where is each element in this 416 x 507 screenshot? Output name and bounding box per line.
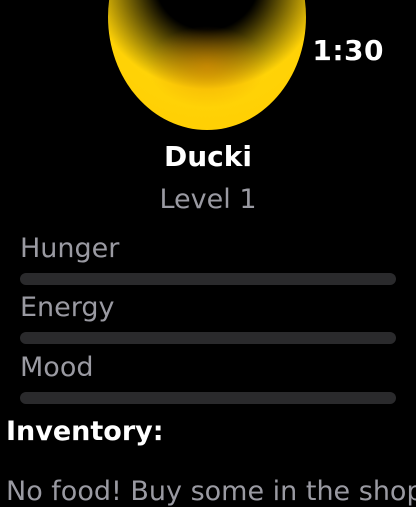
stat-hunger: Hunger — [20, 234, 396, 285]
stat-mood: Mood — [20, 353, 396, 404]
stat-energy-label: Energy — [20, 292, 115, 323]
pet-avatar-shading — [108, 0, 306, 130]
stat-mood-bar — [20, 392, 396, 404]
stat-hunger-label: Hunger — [20, 233, 120, 264]
inventory-title: Inventory: — [6, 416, 164, 447]
stat-mood-label: Mood — [20, 352, 94, 383]
pet-avatar[interactable] — [108, 0, 306, 130]
inventory-empty-message: No food! Buy some in the shop — [6, 476, 416, 507]
stat-hunger-bar — [20, 273, 396, 285]
pet-name: Ducki — [164, 140, 252, 173]
pet-level: Level 1 — [159, 184, 257, 215]
stat-energy-bar — [20, 332, 396, 344]
status-clock: 1:30 — [312, 34, 384, 67]
stat-energy: Energy — [20, 293, 396, 344]
